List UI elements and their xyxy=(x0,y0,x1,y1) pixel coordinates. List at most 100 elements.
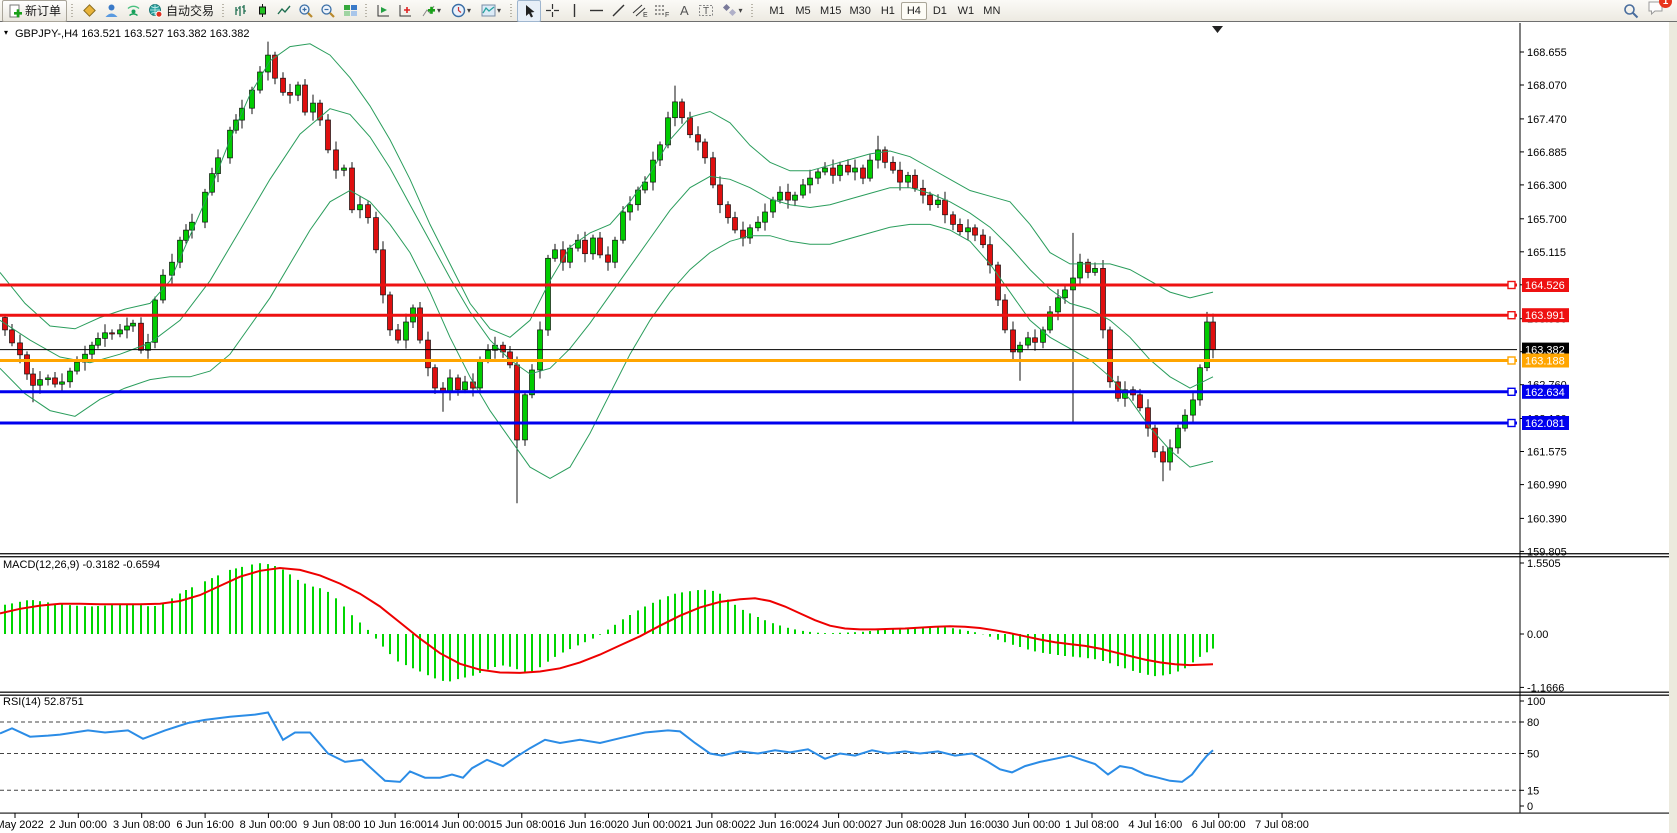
candle-body xyxy=(125,326,130,330)
candle-body xyxy=(801,185,806,195)
window-edge xyxy=(1669,22,1677,833)
auto-scroll-button[interactable] xyxy=(372,1,394,21)
toolbar-grip[interactable] xyxy=(509,3,514,19)
auto-trading-button[interactable]: 自动交易 xyxy=(144,1,218,21)
price-tag-label: 164.526 xyxy=(1525,280,1565,292)
market-watch-button[interactable] xyxy=(78,1,100,21)
price-tag-label: 162.634 xyxy=(1525,387,1565,399)
price-tag-label: 163.188 xyxy=(1525,356,1565,368)
fibonacci-icon: F xyxy=(654,3,670,18)
time-tick-label: 16 Jun 16:00 xyxy=(553,819,617,831)
zoom-in-icon xyxy=(298,3,314,19)
periods-button[interactable]: ▾ xyxy=(446,1,476,21)
symbol-title: GBPJPY-,H4 163.521 163.527 163.382 163.3… xyxy=(15,28,249,40)
time-axis-line xyxy=(0,813,1669,814)
candle-body xyxy=(711,158,716,185)
equidistant-channel-icon: E xyxy=(632,3,648,18)
panel-separator xyxy=(0,692,1669,693)
crosshair-tool-button[interactable] xyxy=(541,1,563,21)
price-tick-label: 168.070 xyxy=(1527,80,1567,92)
symbol-caret-icon[interactable]: ▾ xyxy=(4,28,8,37)
timeframe-button-m5[interactable]: M5 xyxy=(790,2,816,20)
line-chart-mode-button[interactable] xyxy=(273,1,295,21)
arrows-tool-button[interactable]: ▾ xyxy=(717,1,747,21)
candle-body xyxy=(733,218,738,230)
time-tick-label: 14 Jun 00:00 xyxy=(427,819,491,831)
fibonacci-tool-button[interactable]: F xyxy=(651,1,673,21)
bar-chart-icon xyxy=(233,3,248,18)
candle-body xyxy=(463,382,468,390)
candle-body xyxy=(418,308,423,340)
text-label-tool-button[interactable]: T xyxy=(695,1,717,21)
tile-windows-button[interactable] xyxy=(339,1,361,21)
timeframe-button-m1[interactable]: M1 xyxy=(764,2,790,20)
timeframe-button-m15[interactable]: M15 xyxy=(816,2,845,20)
macd-tick-label: 0.00 xyxy=(1527,629,1548,641)
timeframe-button-h4[interactable]: H4 xyxy=(901,2,927,20)
horizontal-line-tool-button[interactable] xyxy=(585,1,607,21)
clock-icon xyxy=(451,3,466,18)
chart-shift-button[interactable] xyxy=(394,1,416,21)
price-tick-label: 165.700 xyxy=(1527,214,1567,226)
toolbar-grip[interactable] xyxy=(364,3,369,19)
toolbar-grip[interactable] xyxy=(750,3,755,19)
trendline-icon xyxy=(611,3,626,18)
candle-body xyxy=(1108,330,1113,382)
hline-anchor-marker xyxy=(1508,388,1515,395)
vertical-line-tool-button[interactable] xyxy=(563,1,585,21)
candle-body xyxy=(1033,338,1038,343)
time-tick-label: 21 Jun 08:00 xyxy=(680,819,744,831)
hline-anchor-marker xyxy=(1508,420,1515,427)
candle-body xyxy=(688,118,693,135)
candle-body xyxy=(1138,395,1143,408)
candle-body xyxy=(658,145,663,160)
timeframe-button-d1[interactable]: D1 xyxy=(927,2,953,20)
candle-body xyxy=(598,238,603,255)
timeframe-button-m30[interactable]: M30 xyxy=(845,2,874,20)
community-button[interactable]: 1 xyxy=(1647,0,1665,21)
chart-canvas[interactable]: 168.655168.070167.470166.885166.300165.7… xyxy=(0,0,1677,833)
candle-body xyxy=(38,380,43,386)
timeframe-button-mn[interactable]: MN xyxy=(979,2,1005,20)
auto-trading-label: 自动交易 xyxy=(166,2,214,19)
zoom-in-button[interactable] xyxy=(295,1,317,21)
candle-body xyxy=(103,333,108,339)
candle-body xyxy=(891,162,896,170)
text-tool-button[interactable]: A xyxy=(673,1,695,21)
toolbar-grip[interactable] xyxy=(221,3,226,19)
panel-separator xyxy=(0,553,1669,554)
cursor-tool-button[interactable] xyxy=(517,0,541,22)
candle-chart-mode-button[interactable] xyxy=(251,1,273,21)
candle-body xyxy=(374,218,379,250)
candle-body xyxy=(680,102,685,118)
arrow-shapes-icon xyxy=(722,3,738,18)
signal-icon xyxy=(126,3,141,18)
vertical-line-icon xyxy=(567,3,582,18)
candle-body xyxy=(60,382,65,384)
candle-body xyxy=(448,378,453,392)
channel-tool-button[interactable]: E xyxy=(629,1,651,21)
templates-button[interactable]: ▾ xyxy=(476,1,506,21)
price-tick-label: 167.470 xyxy=(1527,114,1567,126)
new-order-button[interactable]: 新订单 xyxy=(2,0,67,22)
signals-button[interactable] xyxy=(122,1,144,21)
trendline-tool-button[interactable] xyxy=(607,1,629,21)
zoom-out-button[interactable] xyxy=(317,1,339,21)
time-tick-label: 27 Jun 08:00 xyxy=(870,819,934,831)
timeframe-button-h1[interactable]: H1 xyxy=(875,2,901,20)
toolbar-grip[interactable] xyxy=(70,3,75,19)
candle-body xyxy=(1211,322,1216,350)
new-order-icon xyxy=(8,4,22,18)
horizontal-line-icon xyxy=(589,3,604,18)
candle-body xyxy=(853,168,858,172)
time-tick-label: 22 Jun 16:00 xyxy=(743,819,807,831)
svg-text:T: T xyxy=(703,6,709,17)
candle-body xyxy=(793,195,798,200)
bar-chart-mode-button[interactable] xyxy=(229,1,251,21)
search-icon[interactable] xyxy=(1623,3,1639,19)
accounts-button[interactable] xyxy=(100,1,122,21)
indicators-button[interactable]: ▾ xyxy=(416,1,446,21)
timeframe-button-w1[interactable]: W1 xyxy=(953,2,979,20)
candle-body xyxy=(1176,428,1181,448)
candle-body xyxy=(763,212,768,222)
